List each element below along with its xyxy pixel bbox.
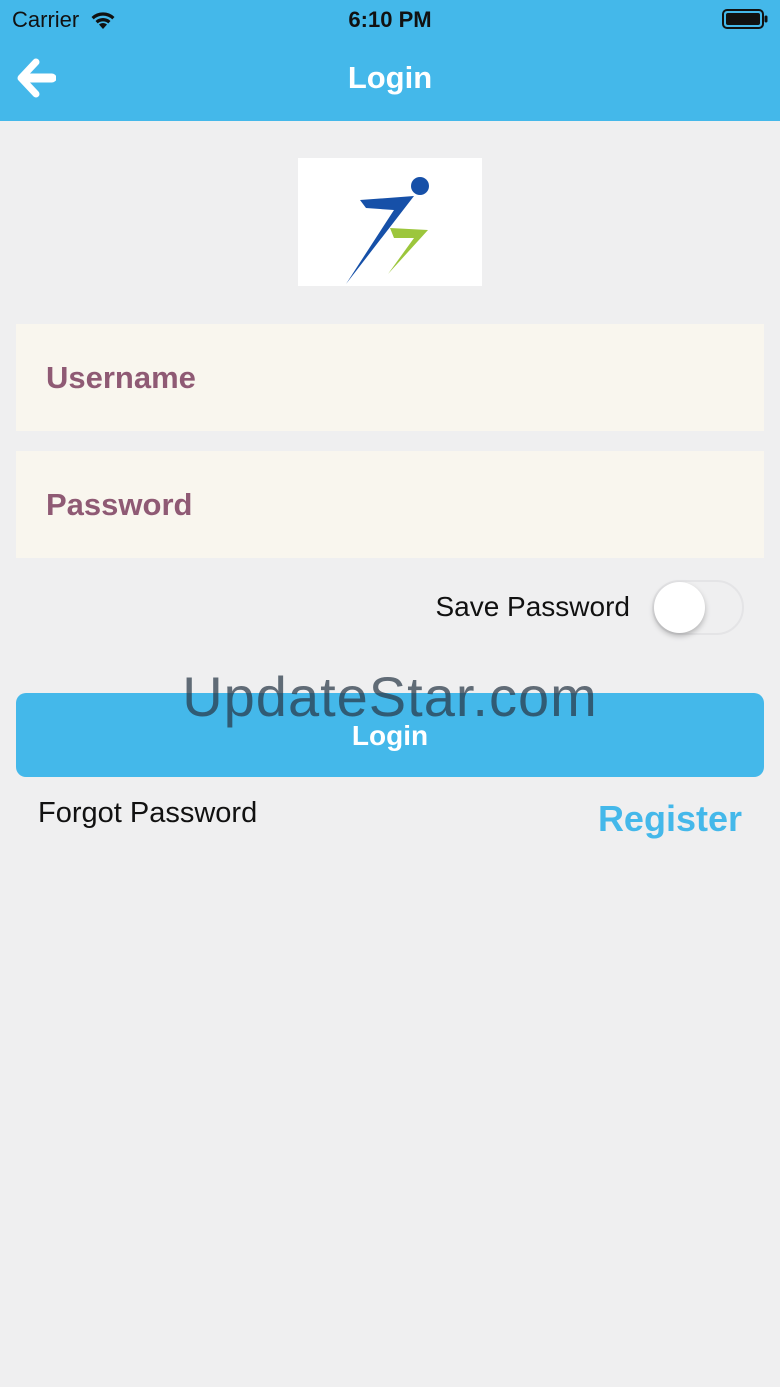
username-input[interactable] bbox=[46, 359, 764, 396]
toggle-knob bbox=[654, 582, 705, 633]
page-title: Login bbox=[347, 60, 433, 95]
password-field[interactable] bbox=[16, 451, 764, 558]
password-input[interactable] bbox=[46, 486, 764, 523]
running-figure-logo bbox=[346, 177, 429, 284]
status-time: 6:10 PM bbox=[348, 7, 432, 32]
username-field[interactable] bbox=[16, 324, 764, 431]
save-password-toggle[interactable] bbox=[652, 580, 744, 635]
register-link[interactable]: Register bbox=[598, 798, 742, 840]
app-logo bbox=[298, 158, 482, 286]
login-button[interactable]: Login bbox=[16, 693, 764, 777]
forgot-password-link[interactable]: Forgot Password bbox=[38, 797, 257, 830]
save-password-label: Save Password bbox=[435, 591, 630, 622]
battery-icon bbox=[722, 9, 768, 29]
top-bar: Carrier 6:10 PM Login bbox=[0, 0, 780, 121]
